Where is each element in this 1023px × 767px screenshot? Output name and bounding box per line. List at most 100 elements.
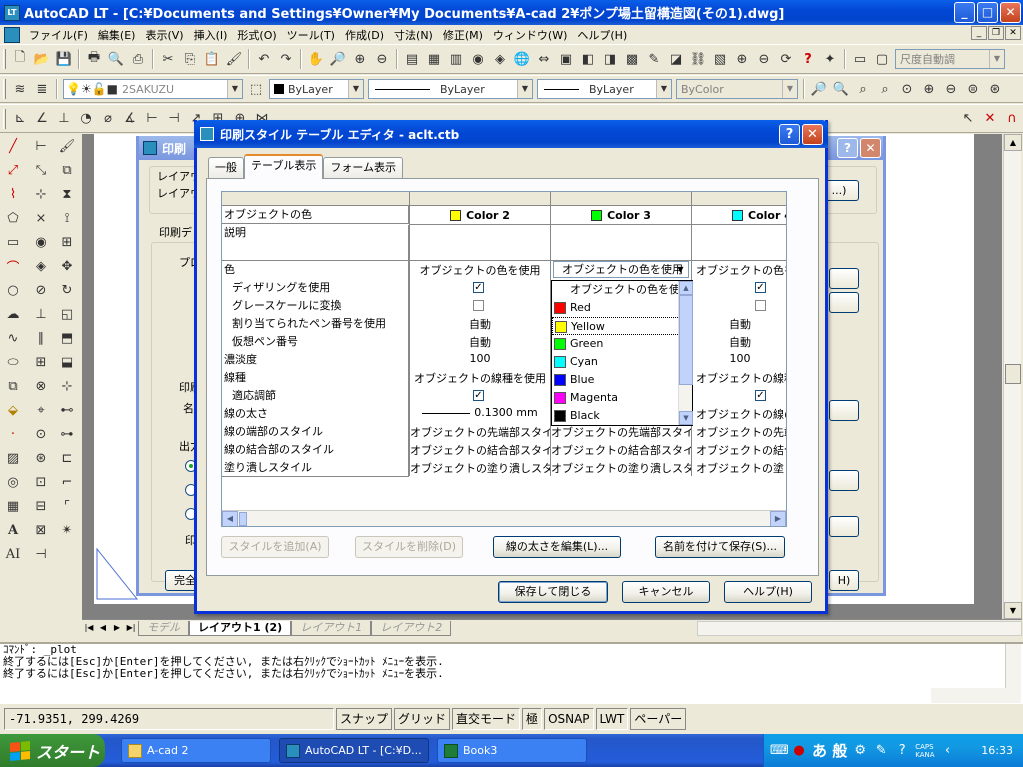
color-dropdown-list[interactable]: オブジェクトの色を使用 Red Yellow Green Cyan Blue M… [551,280,693,426]
redo-icon[interactable]: ↷ [275,48,297,70]
plot-side-button-4[interactable] [829,470,859,491]
move-icon[interactable]: ✥ [56,255,78,277]
hatch2-icon[interactable]: ▨ [2,447,24,469]
color-option-blue[interactable]: Blue [552,371,692,389]
color4-screening-value[interactable]: 100 [692,352,786,365]
browser-icon[interactable]: 🌐 [511,48,533,70]
color2-endstyle-value[interactable]: オブジェクトの先端部スタイルを使用 [410,424,550,440]
plot-help-text-button[interactable]: H) [829,570,859,591]
start-button[interactable]: スタート [0,734,105,767]
scroll-thumb[interactable] [1005,364,1021,384]
new-icon[interactable]: 🗋 [9,48,31,70]
tab-layout1[interactable]: レイアウト1 [291,620,372,636]
tab-layout1-2[interactable]: レイアウト1 (2) [189,620,292,636]
tab-table-view[interactable]: テーブル表示 [244,154,324,179]
chevron-down-icon[interactable]: ▼ [674,263,687,276]
print-icon[interactable]: 🖶 [83,48,105,70]
stretch-icon[interactable]: ⬒ [56,327,78,349]
color4-dither-checkbox[interactable]: ✓ [755,282,766,293]
help-tray-icon[interactable]: ? [894,743,910,759]
rotate-icon[interactable]: ↻ [56,279,78,301]
extend-icon[interactable]: ⊷ [56,399,78,421]
polyline-icon[interactable]: ⌇ [2,183,24,205]
scroll-down-icon[interactable]: ▼ [1004,602,1022,619]
plot-style-grid[interactable]: オブジェクトの色 説明 色 ディザリングを使用 グレースケールに変換 割り当てら… [221,191,787,527]
color3-endstyle-value[interactable]: オブジェクトの先端部スタイルを使用 [551,424,691,440]
layer-combo[interactable]: 💡☀🔓■ 2SAKUZU ▼ [63,79,243,99]
color2-grayscale-checkbox[interactable] [473,300,484,311]
copy-icon[interactable]: ⎘ [179,48,201,70]
today-icon[interactable]: ◉ [467,48,489,70]
grid-horizontal-scrollbar[interactable]: ◀ ▶ [222,510,786,526]
color-option-cyan[interactable]: Cyan [552,353,692,371]
color3-fillstyle-value[interactable]: オブジェクトの塗り潰しスタイルを使用 [551,460,691,476]
color2-virtual-pen-value[interactable]: 自動 [410,334,550,350]
doc-close-button[interactable]: ✕ [1005,26,1021,40]
ime-dict-icon[interactable]: ✎ [873,743,889,759]
snap-from-icon[interactable]: ⊟ [30,495,52,517]
menu-dimension[interactable]: 寸法(N) [389,27,438,43]
tab-form-view[interactable]: フォーム表示 [323,157,404,179]
plot-side-button-5[interactable] [829,516,859,537]
mirror-icon[interactable]: ⧗ [56,183,78,205]
delete-style-button[interactable]: スタイルを削除(D) [355,536,463,558]
save-icon[interactable]: 💾 [53,48,75,70]
designcenter-icon[interactable]: ▦ [423,48,445,70]
dim-ordinate-icon[interactable]: ⊥ [53,108,75,130]
column-header-color4[interactable]: Color 4 [692,206,786,224]
undo-icon[interactable]: ↶ [253,48,275,70]
color-option-green[interactable]: Green [552,335,692,353]
grid-toggle[interactable]: グリッド [394,708,451,730]
color-option-yellow[interactable]: Yellow [552,317,692,335]
make-current-layer-icon[interactable]: ⬚ [245,78,267,100]
snap-mid-icon[interactable]: ⊹ [30,183,52,205]
color4-color-value[interactable]: オブジェクトの色を [696,262,786,278]
menu-view[interactable]: 表示(V) [140,27,188,43]
zoom-in-icon[interactable]: ⊕ [731,48,753,70]
scroll-up-icon[interactable]: ▲ [1004,134,1022,151]
scale-combo[interactable]: 尺度自動調 ▼ [895,49,1005,69]
menu-file[interactable]: ファイル(F) [24,27,93,43]
text-edit-icon[interactable]: ✎ [643,48,665,70]
task-acad-folder[interactable]: A-cad 2 [121,738,271,763]
sheetset-icon[interactable]: ▧ [709,48,731,70]
color2-linetype-value[interactable]: オブジェクトの線種を使用 [410,370,550,386]
snap-perp-icon[interactable]: ⊥ [30,303,52,325]
zoom-all-icon[interactable]: ⊜ [962,78,984,100]
properties-icon[interactable]: ▤ [401,48,423,70]
color4-lineweight-value[interactable]: オブジェクトの線の太さ [696,406,786,422]
layer-manager-icon[interactable]: ≋ [9,78,31,100]
dim-angular-icon[interactable]: ∡ [119,108,141,130]
explode-obj-icon[interactable]: ✴ [56,519,78,541]
snap-temp-icon[interactable]: ⊣ [30,543,52,565]
menu-insert[interactable]: 挿入(I) [189,27,233,43]
match-properties-icon[interactable]: 🖌 [223,48,245,70]
color-option-use-object[interactable]: オブジェクトの色を使用 [552,281,692,299]
markup-icon[interactable]: ◈ [489,48,511,70]
color4-endstyle-value[interactable]: オブジェクトの先端部 [696,424,786,440]
calc-icon[interactable]: ▣ [555,48,577,70]
color2-joinstyle-value[interactable]: オブジェクトの結合部スタイルを使用 [410,442,550,458]
zoom-center-icon[interactable]: ⊙ [896,78,918,100]
arc-icon[interactable]: ⌒ [2,255,24,277]
explode-icon[interactable]: ◨ [599,48,621,70]
tab-model[interactable]: モデル [138,620,189,636]
coordinate-display[interactable]: -71.9351, 299.4269 [4,708,334,730]
color-option-red[interactable]: Red [552,299,692,317]
text-icon[interactable]: AI [2,543,24,565]
color4-fillstyle-value[interactable]: オブジェクトの塗り潰し [696,460,786,476]
color-combo[interactable]: ByLayer ▼ [269,79,364,99]
menu-window[interactable]: ウィンドウ(W) [488,27,572,43]
dim-linear-icon[interactable]: ⊾ [9,108,31,130]
color2-screening-value[interactable]: 100 [410,352,550,365]
zoom-window2-icon[interactable]: 🔍 [830,78,852,100]
snap-tan-icon[interactable]: ⊘ [30,279,52,301]
snap-app-icon[interactable]: ⊛ [30,447,52,469]
zoom-realtime2-icon[interactable]: 🔎 [808,78,830,100]
ortho-toggle[interactable]: 直交モード [452,708,521,730]
menu-help[interactable]: ヘルプ(H) [572,27,632,43]
scroll-right-icon[interactable]: ▶ [770,511,786,526]
dropdown-scrollbar[interactable]: ▲ ▼ [678,281,693,425]
snap-near-icon[interactable]: ⌖ [30,399,52,421]
ellipse-icon[interactable]: ⬭ [2,351,24,373]
